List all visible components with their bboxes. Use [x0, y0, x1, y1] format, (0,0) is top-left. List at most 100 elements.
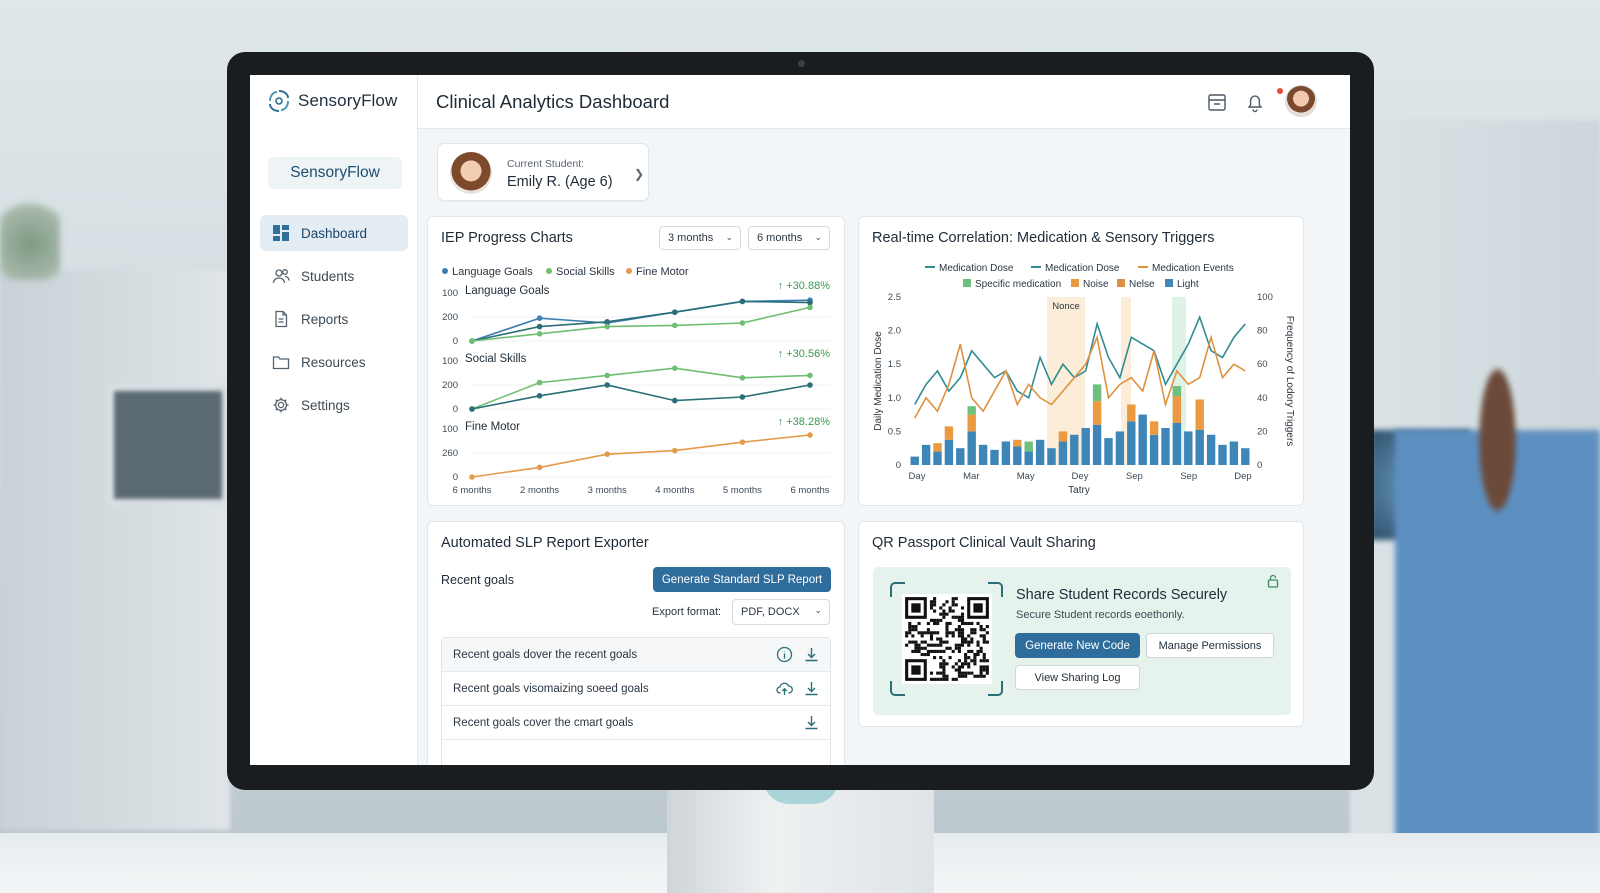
qr-module	[939, 612, 943, 616]
y-tick-label: 1.5	[888, 359, 901, 370]
qr-module	[967, 656, 971, 660]
bar	[1127, 404, 1136, 422]
qr-module	[936, 677, 940, 681]
qr-module	[923, 631, 927, 635]
bar	[1092, 401, 1102, 425]
qr-module	[911, 625, 915, 629]
screen: SensoryFlow SensoryFlow Dashboard Studen…	[250, 75, 1350, 765]
slp-title: Automated SLP Report Exporter	[441, 535, 649, 551]
qr-module	[948, 631, 952, 635]
sidebar-item-students[interactable]: Students	[260, 258, 408, 294]
series-line	[471, 434, 811, 478]
qr-module	[929, 618, 934, 622]
qr-module	[954, 643, 958, 647]
correlation-panel: Real-time Correlation: Medication & Sens…	[858, 216, 1304, 506]
bar	[967, 431, 976, 465]
qr-module	[942, 674, 946, 678]
qr-module	[933, 656, 937, 660]
qr-module	[967, 634, 971, 638]
qr-module	[964, 659, 968, 663]
sidebar-item-resources[interactable]: Resources	[260, 344, 408, 380]
bar	[1172, 423, 1182, 465]
list-item[interactable]: Recent goals cover the cmart goals	[442, 706, 830, 740]
qr-module	[954, 597, 958, 601]
qr-module	[982, 659, 986, 663]
qr-module	[954, 615, 958, 619]
logo[interactable]: SensoryFlow	[266, 88, 397, 114]
y2-tick-label: 80	[1257, 326, 1268, 337]
bar	[1172, 396, 1182, 423]
qr-module	[979, 665, 983, 669]
sidebar-item-dashboard[interactable]: Dashboard	[260, 215, 408, 251]
view-sharing-log-button[interactable]: View Sharing Log	[1015, 665, 1140, 690]
qr-module	[920, 631, 924, 635]
brand-chip[interactable]: SensoryFlow	[268, 157, 402, 189]
qr-module	[976, 643, 980, 647]
legend-label: Medication Dose	[1045, 263, 1120, 274]
export-format-select[interactable]: PDF, DOCX ⌄	[732, 599, 830, 625]
qr-module	[929, 606, 934, 610]
data-point	[604, 451, 610, 457]
qr-module	[970, 637, 974, 641]
qr-module	[920, 646, 924, 650]
qr-module	[929, 603, 934, 607]
qr-module	[985, 631, 989, 635]
qr-module	[917, 649, 921, 653]
generate-new-code-button[interactable]: Generate New Code	[1015, 633, 1140, 658]
bar	[1184, 431, 1193, 465]
qr-module	[936, 649, 940, 653]
change-label: ↑ +30.88%	[778, 280, 831, 292]
generate-slp-report-button[interactable]: Generate Standard SLP Report	[653, 567, 831, 592]
qr-module	[982, 652, 986, 657]
sidebar-nav: Dashboard Students Reports Resources Set…	[260, 215, 408, 430]
qr-module	[908, 625, 912, 629]
x-tick-label: 6 months	[452, 485, 491, 496]
data-point	[807, 382, 813, 388]
qr-module	[942, 662, 946, 666]
sidebar-item-settings[interactable]: Settings	[260, 387, 408, 423]
info-icon[interactable]	[776, 646, 793, 663]
qr-module	[979, 674, 983, 678]
y-tick-label: 0	[453, 472, 458, 483]
qr-module	[905, 631, 909, 635]
iep-progress-panel: IEP Progress Charts 3 months ⌄ 6 months …	[427, 216, 845, 506]
bar	[1241, 448, 1250, 465]
correlation-chart: Medication Dose Medication Dose Medication…	[873, 263, 1295, 496]
user-avatar[interactable]	[1285, 85, 1317, 117]
bar	[1058, 431, 1068, 442]
bell-icon[interactable]	[1244, 91, 1266, 113]
qr-module	[929, 634, 934, 638]
gear-icon	[273, 397, 289, 413]
current-student-card[interactable]: Current Student: Emily R. (Age 6) ❯	[437, 143, 649, 201]
folder-icon	[272, 356, 290, 370]
bar	[933, 443, 942, 452]
qr-module	[976, 652, 980, 657]
cloud-upload-icon[interactable]	[776, 680, 793, 697]
list-item[interactable]: Recent goals visomaizing soeed goals	[442, 672, 830, 706]
qr-module	[951, 634, 955, 638]
download-icon[interactable]	[803, 646, 820, 663]
manage-permissions-button[interactable]: Manage Permissions	[1146, 633, 1274, 658]
qr-module	[957, 625, 961, 629]
download-icon[interactable]	[803, 714, 820, 731]
list-item[interactable]	[442, 740, 830, 765]
download-icon[interactable]	[803, 680, 820, 697]
qr-module	[905, 643, 909, 647]
qr-module	[933, 649, 937, 653]
qr-module	[967, 665, 971, 669]
list-item[interactable]: Recent goals dover the recent goals	[442, 638, 830, 672]
slp-exporter-panel: Automated SLP Report Exporter Recent goa…	[427, 521, 845, 765]
qr-module	[920, 652, 924, 657]
qr-module	[951, 677, 955, 681]
sidebar-item-reports[interactable]: Reports	[260, 301, 408, 337]
qr-module	[979, 625, 983, 629]
qr-module	[951, 597, 955, 601]
qr-code[interactable]	[902, 594, 992, 684]
qr-module	[964, 674, 968, 678]
y2-tick-label: 20	[1257, 426, 1268, 437]
calendar-icon[interactable]	[1206, 91, 1228, 113]
qr-module	[914, 649, 918, 653]
qr-module	[936, 637, 940, 641]
bar	[1092, 384, 1102, 402]
bar	[1024, 441, 1033, 452]
